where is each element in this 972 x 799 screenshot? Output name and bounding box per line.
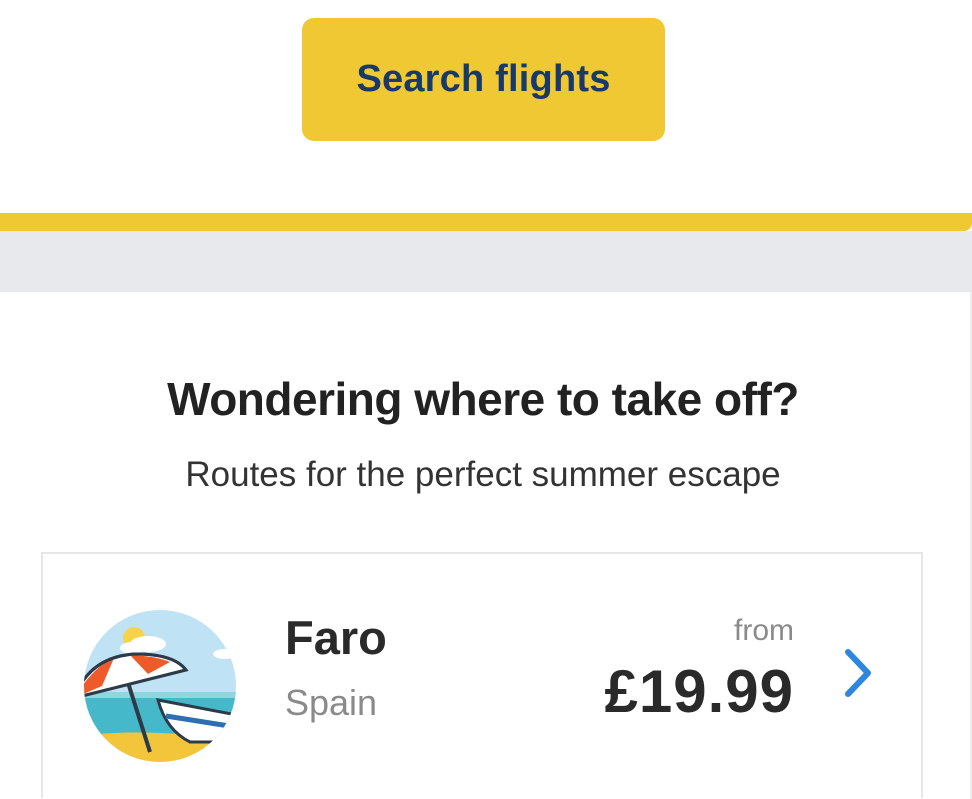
search-flights-button[interactable]: Search flights bbox=[302, 18, 665, 141]
route-city: Faro bbox=[285, 611, 387, 664]
accent-divider bbox=[0, 213, 972, 231]
page: Search flights Wondering where to take o… bbox=[0, 0, 972, 799]
section-title: Wondering where to take off? bbox=[167, 373, 799, 425]
route-country: Spain bbox=[285, 682, 378, 723]
chevron-right-icon[interactable] bbox=[838, 646, 878, 700]
beach-umbrella-icon bbox=[84, 610, 236, 762]
search-area: Search flights bbox=[0, 0, 972, 213]
section-separator bbox=[0, 231, 972, 292]
route-price: £19.99 bbox=[604, 658, 794, 725]
section-subtitle: Routes for the perfect summer escape bbox=[185, 455, 781, 494]
price-from-label: from bbox=[734, 614, 794, 647]
